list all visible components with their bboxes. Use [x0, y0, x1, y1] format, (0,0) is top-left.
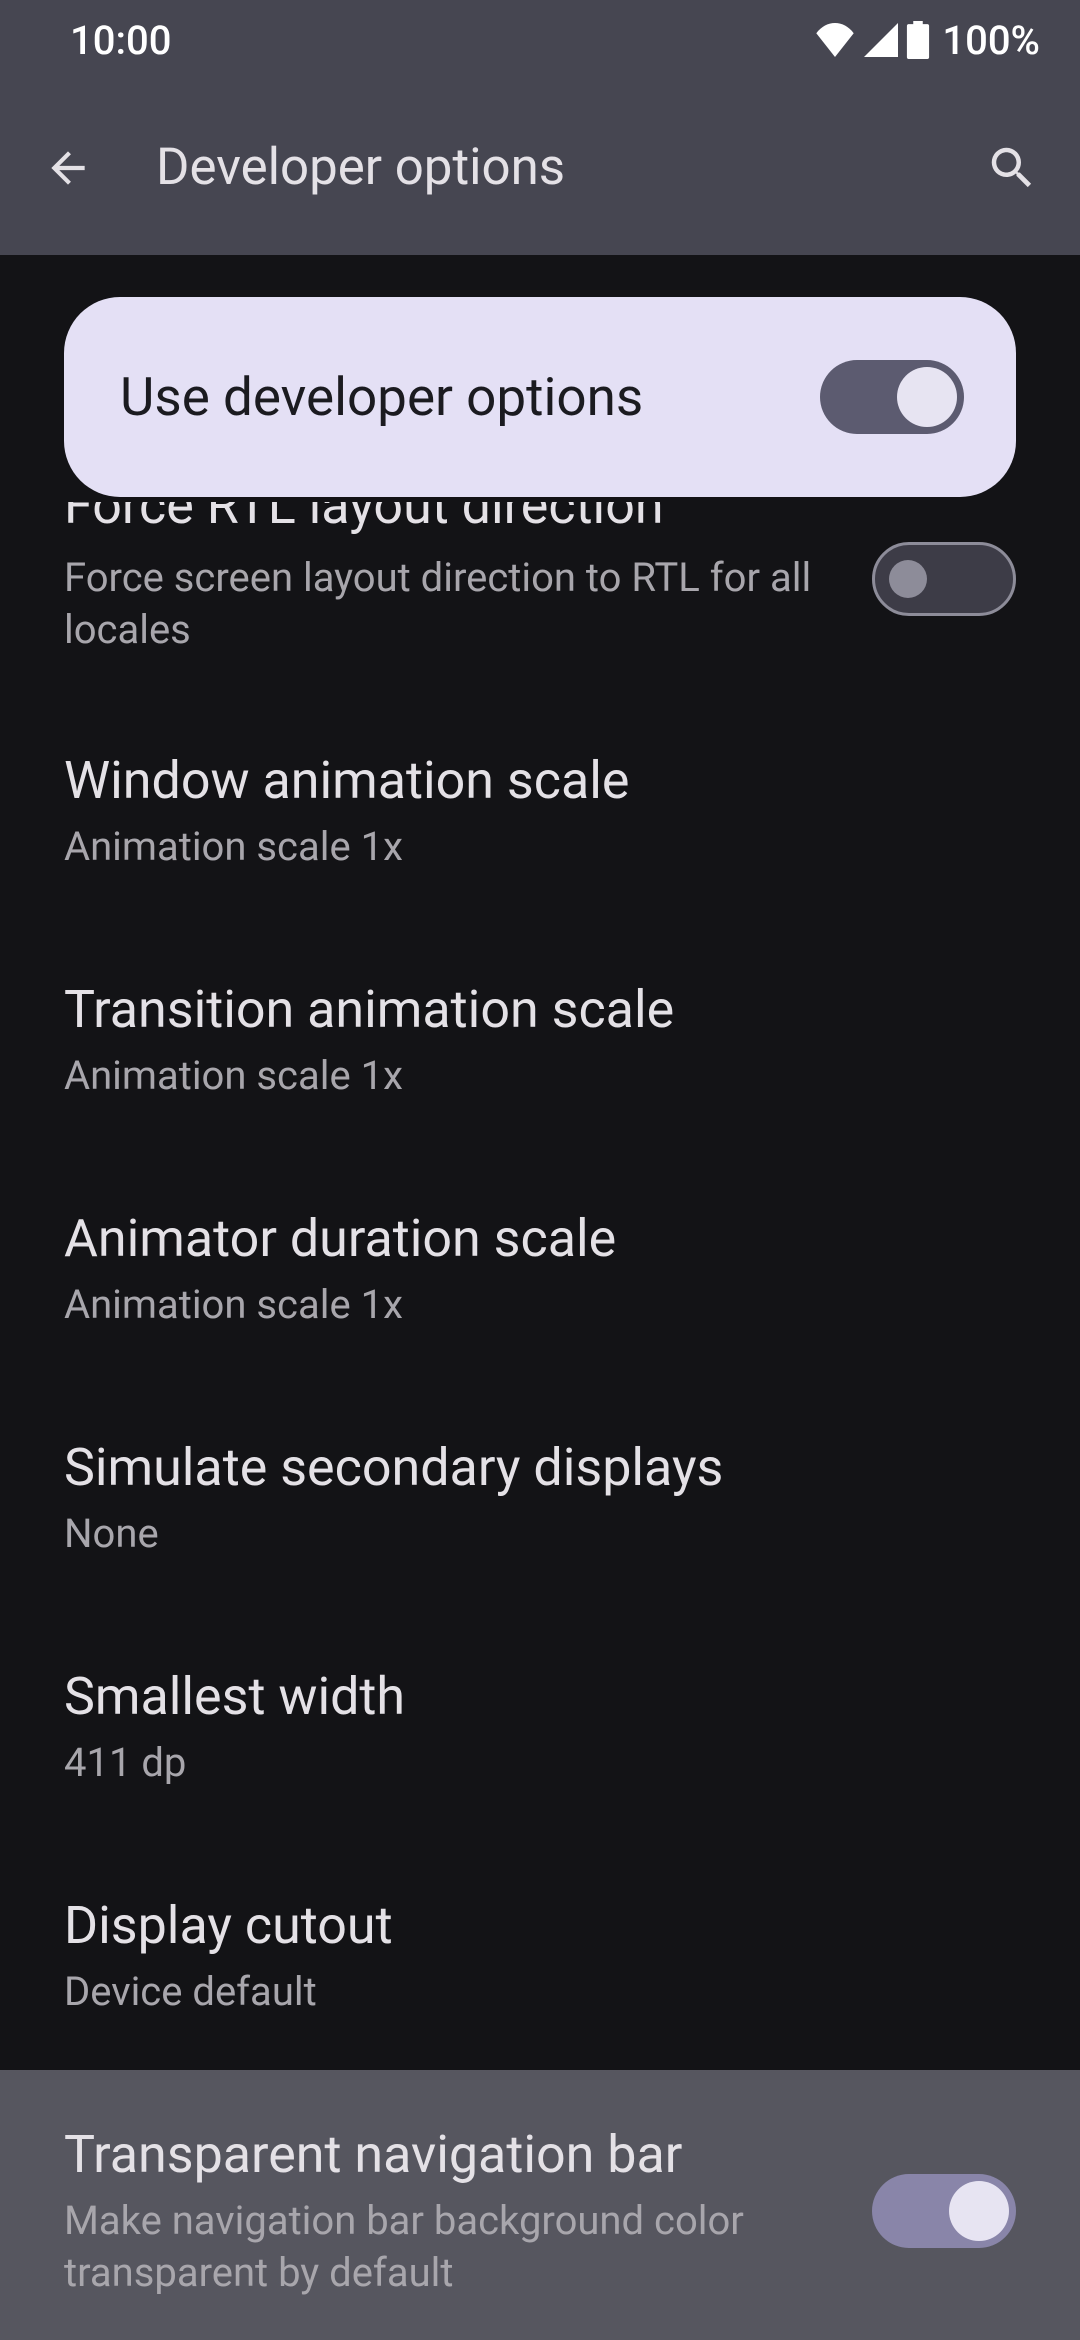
setting-animator-duration-scale[interactable]: Animator duration scale Animation scale …	[0, 1154, 1080, 1383]
setting-transparent-navigation-bar[interactable]: Transparent navigation bar Make navigati…	[0, 2070, 1080, 2340]
setting-simulate-secondary-displays[interactable]: Simulate secondary displays None	[0, 1383, 1080, 1612]
setting-display-cutout[interactable]: Display cutout Device default	[0, 1841, 1080, 2070]
setting-subtitle: Force screen layout direction to RTL for…	[64, 552, 832, 656]
setting-title: Simulate secondary displays	[64, 1435, 1016, 1500]
master-toggle-switch[interactable]	[820, 360, 964, 434]
setting-title: Transparent navigation bar	[64, 2122, 832, 2187]
cellular-icon	[864, 23, 898, 57]
setting-subtitle: Animation scale 1x	[64, 1050, 1016, 1102]
setting-subtitle: 411 dp	[64, 1737, 1016, 1789]
toggle-thumb	[949, 2181, 1009, 2241]
status-bar: 10:00 100%	[0, 0, 1080, 80]
master-toggle-label: Use developer options	[120, 366, 643, 428]
transparent-nav-toggle[interactable]	[872, 2174, 1016, 2248]
setting-subtitle: Device default	[64, 1966, 1016, 2018]
app-bar: Developer options	[0, 80, 1080, 255]
setting-title: Transition animation scale	[64, 977, 1016, 1042]
setting-window-animation-scale[interactable]: Window animation scale Animation scale 1…	[0, 696, 1080, 925]
page-title: Developer options	[156, 138, 924, 197]
status-time: 10:00	[70, 17, 171, 64]
setting-subtitle: Animation scale 1x	[64, 1279, 1016, 1331]
setting-title: Window animation scale	[64, 748, 1016, 813]
setting-transition-animation-scale[interactable]: Transition animation scale Animation sca…	[0, 925, 1080, 1154]
setting-subtitle: Animation scale 1x	[64, 821, 1016, 873]
battery-icon	[906, 21, 930, 59]
setting-subtitle: None	[64, 1508, 1016, 1560]
toggle-thumb	[889, 560, 927, 598]
setting-smallest-width[interactable]: Smallest width 411 dp	[0, 1612, 1080, 1841]
settings-list[interactable]: Force RTL layout direction Force screen …	[0, 502, 1080, 2340]
master-toggle-card[interactable]: Use developer options	[64, 297, 1016, 497]
navigation-bar	[0, 2332, 1080, 2340]
toggle-thumb	[897, 367, 957, 427]
setting-title: Smallest width	[64, 1664, 1016, 1729]
content-area: Use developer options Force RTL layout d…	[0, 297, 1080, 2340]
setting-subtitle: Make navigation bar background color tra…	[64, 2195, 832, 2299]
setting-title: Animator duration scale	[64, 1206, 1016, 1271]
setting-force-rtl[interactable]: Force RTL layout direction Force screen …	[0, 502, 1080, 696]
search-button[interactable]	[984, 140, 1040, 196]
force-rtl-toggle[interactable]	[872, 542, 1016, 616]
setting-title: Display cutout	[64, 1893, 1016, 1958]
wifi-icon	[814, 23, 856, 57]
setting-title: Force RTL layout direction	[64, 502, 832, 534]
status-icons: 100%	[814, 17, 1040, 64]
back-button[interactable]	[40, 140, 96, 196]
battery-percentage: 100%	[942, 17, 1040, 64]
